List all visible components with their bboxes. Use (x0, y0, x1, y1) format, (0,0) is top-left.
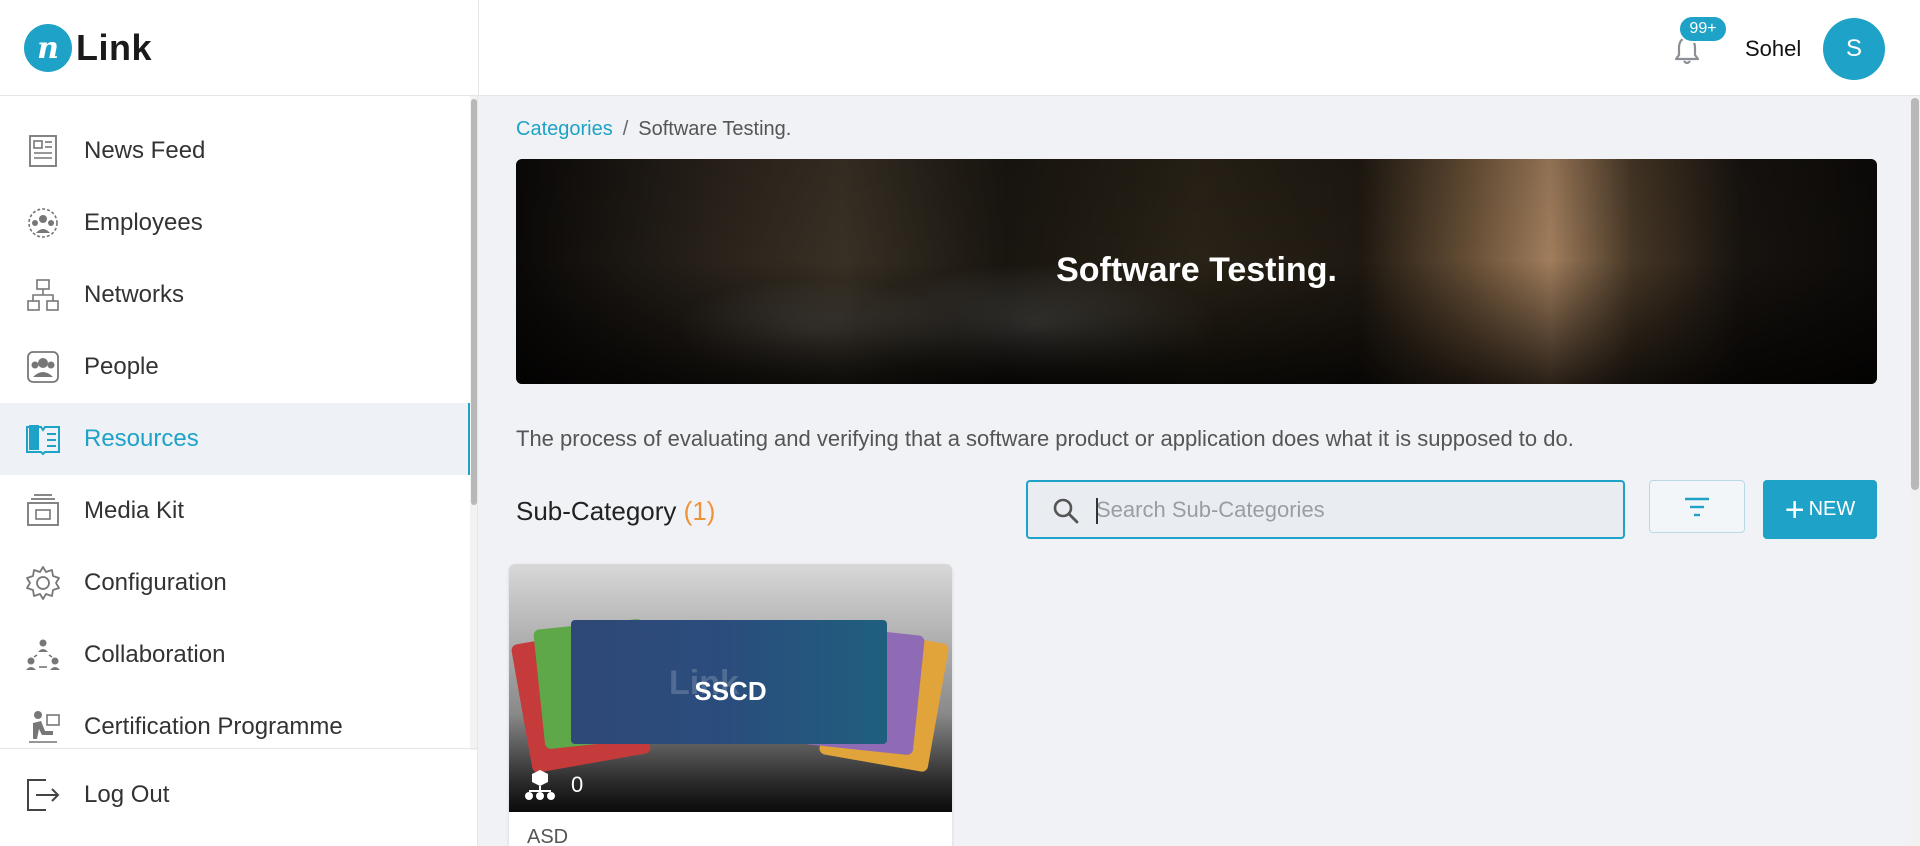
sidebar: News Feed Employees Networks People Reso… (0, 96, 478, 846)
book-icon (24, 420, 62, 458)
category-description: The process of evaluating and verifying … (516, 426, 1574, 451)
card-footer-text: ASD (527, 826, 569, 846)
card-thumbnail: Link SSCD 0 (509, 564, 952, 812)
sidebar-item-people[interactable]: People (0, 331, 472, 403)
subcategory-count: (1) (683, 496, 716, 526)
hierarchy-icon (525, 770, 555, 800)
collaboration-icon (24, 636, 62, 674)
certificate-icon (24, 708, 62, 746)
sidebar-item-label: Employees (84, 209, 203, 236)
sidebar-item-news-feed[interactable]: News Feed (0, 115, 472, 187)
sidebar-item-resources[interactable]: Resources (0, 403, 472, 475)
filter-icon (1685, 497, 1709, 516)
logo-mark: n (24, 24, 72, 72)
sidebar-item-employees[interactable]: Employees (0, 187, 472, 259)
app-logo[interactable]: n Link (24, 24, 152, 72)
sidebar-item-media-kit[interactable]: Media Kit (0, 475, 472, 547)
avatar[interactable]: S (1823, 18, 1885, 80)
media-kit-icon (24, 492, 62, 530)
new-button-label: NEW (1808, 498, 1856, 520)
subcategory-card[interactable]: Link SSCD 0 ASD (509, 564, 952, 846)
search-input[interactable] (1096, 492, 1606, 528)
breadcrumb: Categories / Software Testing. (516, 118, 791, 141)
subcategory-heading: Sub-Category (1) (516, 496, 715, 527)
top-header: n Link 99+ Sohel S (0, 0, 1920, 96)
sidebar-item-label: Resources (84, 425, 199, 452)
logout-label: Log Out (84, 781, 170, 808)
user-name[interactable]: Sohel (1745, 36, 1801, 62)
sidebar-scrollbar-thumb[interactable] (471, 99, 477, 505)
sidebar-item-label: People (84, 353, 159, 380)
sidebar-item-configuration[interactable]: Configuration (0, 547, 472, 619)
gear-icon (24, 564, 62, 602)
breadcrumb-separator: / (622, 118, 629, 140)
logout-icon (24, 776, 62, 814)
plus-icon: + (1784, 490, 1805, 529)
logo-text: Link (76, 27, 153, 68)
card-member-count: 0 (523, 768, 583, 802)
new-subcategory-button[interactable]: + NEW (1763, 480, 1877, 539)
notification-badge[interactable]: 99+ (1678, 15, 1728, 43)
breadcrumb-current: Software Testing. (638, 118, 792, 140)
network-icon (24, 276, 62, 314)
sidebar-item-collaboration[interactable]: Collaboration (0, 619, 472, 691)
sidebar-item-label: News Feed (84, 137, 206, 164)
banner-title: Software Testing. (1056, 251, 1337, 289)
logout-divider (0, 748, 477, 749)
search-field[interactable] (1026, 480, 1625, 539)
header-divider (478, 0, 479, 96)
sidebar-item-label: Certification Programme (84, 713, 343, 740)
card-count-value: 0 (571, 772, 584, 797)
search-icon (1053, 498, 1079, 524)
breadcrumb-categories-link[interactable]: Categories (516, 118, 613, 140)
employees-icon (24, 204, 62, 242)
filter-button[interactable] (1649, 480, 1745, 533)
sidebar-item-label: Collaboration (84, 641, 226, 668)
people-icon (24, 348, 62, 386)
sidebar-item-label: Media Kit (84, 497, 185, 524)
text-caret (1096, 498, 1098, 524)
newspaper-icon (24, 132, 62, 170)
sidebar-item-label: Configuration (84, 569, 227, 596)
sidebar-item-networks[interactable]: Networks (0, 259, 472, 331)
main-scrollbar-thumb[interactable] (1911, 98, 1919, 490)
sidebar-item-label: Networks (84, 281, 185, 308)
logout-button[interactable]: Log Out (0, 750, 477, 840)
subcategory-heading-label: Sub-Category (516, 496, 677, 526)
card-title: SSCD (694, 676, 767, 706)
category-banner: Software Testing. (516, 159, 1877, 384)
